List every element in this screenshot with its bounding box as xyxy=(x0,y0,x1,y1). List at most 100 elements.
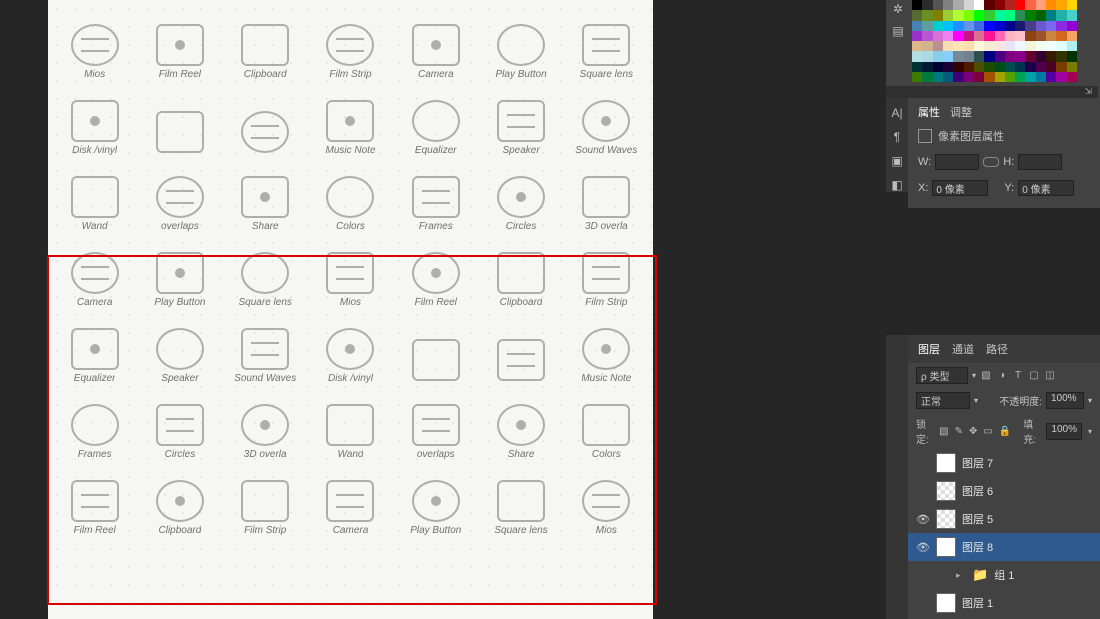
color-swatch[interactable] xyxy=(1036,41,1046,51)
color-swatch[interactable] xyxy=(1005,51,1015,61)
brush-presets-icon[interactable]: ▤ xyxy=(892,24,903,38)
color-swatch[interactable] xyxy=(1005,31,1015,41)
color-swatch[interactable] xyxy=(1025,41,1035,51)
fill-field[interactable]: 100% xyxy=(1046,423,1082,440)
properties-dock-icon[interactable]: ▣ xyxy=(891,154,902,168)
visibility-toggle[interactable]: 👁 xyxy=(916,541,930,554)
color-swatch[interactable] xyxy=(912,51,922,61)
color-swatch[interactable] xyxy=(953,72,963,82)
color-swatch[interactable] xyxy=(984,51,994,61)
color-swatch[interactable] xyxy=(974,72,984,82)
lock-all-icon[interactable]: 🔒 xyxy=(999,426,1011,437)
group-disclosure-icon[interactable]: ▸ xyxy=(956,570,966,581)
color-swatch[interactable] xyxy=(922,41,932,51)
color-swatch[interactable] xyxy=(1056,41,1066,51)
color-swatch[interactable] xyxy=(1005,10,1015,20)
color-swatch[interactable] xyxy=(933,10,943,20)
color-swatch[interactable] xyxy=(1005,21,1015,31)
color-swatch[interactable] xyxy=(953,0,963,10)
color-swatch[interactable] xyxy=(1067,62,1077,72)
color-palette[interactable] xyxy=(912,0,1077,82)
color-swatch[interactable] xyxy=(1036,51,1046,61)
color-swatch[interactable] xyxy=(943,72,953,82)
color-swatch[interactable] xyxy=(1036,21,1046,31)
color-swatch[interactable] xyxy=(1036,0,1046,10)
color-swatch[interactable] xyxy=(1056,0,1066,10)
color-swatch[interactable] xyxy=(984,62,994,72)
opacity-field[interactable]: 100% xyxy=(1046,392,1084,409)
color-swatch[interactable] xyxy=(953,51,963,61)
color-swatch[interactable] xyxy=(943,10,953,20)
color-swatch[interactable] xyxy=(1056,72,1066,82)
color-swatch[interactable] xyxy=(964,62,974,72)
layer-name[interactable]: 组 1 xyxy=(994,567,1014,583)
layer-name[interactable]: 图层 7 xyxy=(962,455,993,471)
color-swatch[interactable] xyxy=(1046,41,1056,51)
blend-mode-select[interactable]: 正常 xyxy=(916,392,970,409)
color-swatch[interactable] xyxy=(964,41,974,51)
color-swatch[interactable] xyxy=(1046,21,1056,31)
color-swatch[interactable] xyxy=(922,51,932,61)
color-swatch[interactable] xyxy=(1025,62,1035,72)
color-swatch[interactable] xyxy=(933,41,943,51)
color-swatch[interactable] xyxy=(943,51,953,61)
color-swatch[interactable] xyxy=(1067,21,1077,31)
tab-properties[interactable]: 属性 xyxy=(918,104,940,120)
color-swatch[interactable] xyxy=(953,21,963,31)
color-swatch[interactable] xyxy=(1067,51,1077,61)
color-swatch[interactable] xyxy=(964,72,974,82)
color-swatch[interactable] xyxy=(953,41,963,51)
color-swatch[interactable] xyxy=(984,21,994,31)
layer-thumbnail[interactable] xyxy=(936,481,956,501)
color-swatch[interactable] xyxy=(943,0,953,10)
color-swatch[interactable] xyxy=(995,41,1005,51)
selection-rectangle[interactable] xyxy=(47,255,657,605)
color-swatch[interactable] xyxy=(964,51,974,61)
color-swatch[interactable] xyxy=(1005,0,1015,10)
color-swatch[interactable] xyxy=(1056,51,1066,61)
color-swatch[interactable] xyxy=(974,62,984,72)
color-swatch[interactable] xyxy=(984,0,994,10)
layer-list[interactable]: 图层 7图层 6👁图层 5👁图层 8▸📁组 1图层 1背景 xyxy=(908,449,1100,619)
color-swatch[interactable] xyxy=(922,21,932,31)
color-swatch[interactable] xyxy=(974,21,984,31)
color-swatch[interactable] xyxy=(933,51,943,61)
y-field[interactable]: 0 像素 xyxy=(1018,180,1074,196)
color-swatch[interactable] xyxy=(933,31,943,41)
color-swatch[interactable] xyxy=(1015,51,1025,61)
color-swatch[interactable] xyxy=(984,31,994,41)
filter-shape-icon[interactable]: ▢ xyxy=(1028,370,1040,382)
color-swatch[interactable] xyxy=(912,0,922,10)
color-swatch[interactable] xyxy=(943,21,953,31)
color-swatch[interactable] xyxy=(1056,10,1066,20)
layer-name[interactable]: 图层 1 xyxy=(962,595,993,611)
layer-name[interactable]: 图层 6 xyxy=(962,483,993,499)
height-field[interactable] xyxy=(1018,154,1062,170)
color-swatch[interactable] xyxy=(1067,72,1077,82)
color-swatch[interactable] xyxy=(964,10,974,20)
layer-row[interactable]: 图层 1 xyxy=(908,589,1100,617)
canvas-area[interactable]: MiosFilm ReelClipboardFilm StripCameraPl… xyxy=(0,0,886,619)
color-swatch[interactable] xyxy=(943,62,953,72)
color-swatch[interactable] xyxy=(1025,21,1035,31)
color-swatch[interactable] xyxy=(1015,72,1025,82)
color-swatch[interactable] xyxy=(1046,0,1056,10)
color-swatch[interactable] xyxy=(974,41,984,51)
paragraph-panel-icon[interactable]: ¶ xyxy=(894,130,900,144)
color-swatch[interactable] xyxy=(912,72,922,82)
color-swatch[interactable] xyxy=(974,10,984,20)
color-swatch[interactable] xyxy=(995,62,1005,72)
layer-thumbnail[interactable] xyxy=(936,593,956,613)
color-swatch[interactable] xyxy=(1015,10,1025,20)
color-swatch[interactable] xyxy=(1046,72,1056,82)
color-swatch[interactable] xyxy=(912,21,922,31)
color-swatch[interactable] xyxy=(1036,31,1046,41)
color-swatch[interactable] xyxy=(912,10,922,20)
color-swatch[interactable] xyxy=(984,10,994,20)
color-swatch[interactable] xyxy=(933,72,943,82)
color-swatch[interactable] xyxy=(974,51,984,61)
color-swatch[interactable] xyxy=(995,51,1005,61)
color-swatch[interactable] xyxy=(1005,62,1015,72)
color-swatch[interactable] xyxy=(953,62,963,72)
layer-name[interactable]: 图层 8 xyxy=(962,539,993,555)
